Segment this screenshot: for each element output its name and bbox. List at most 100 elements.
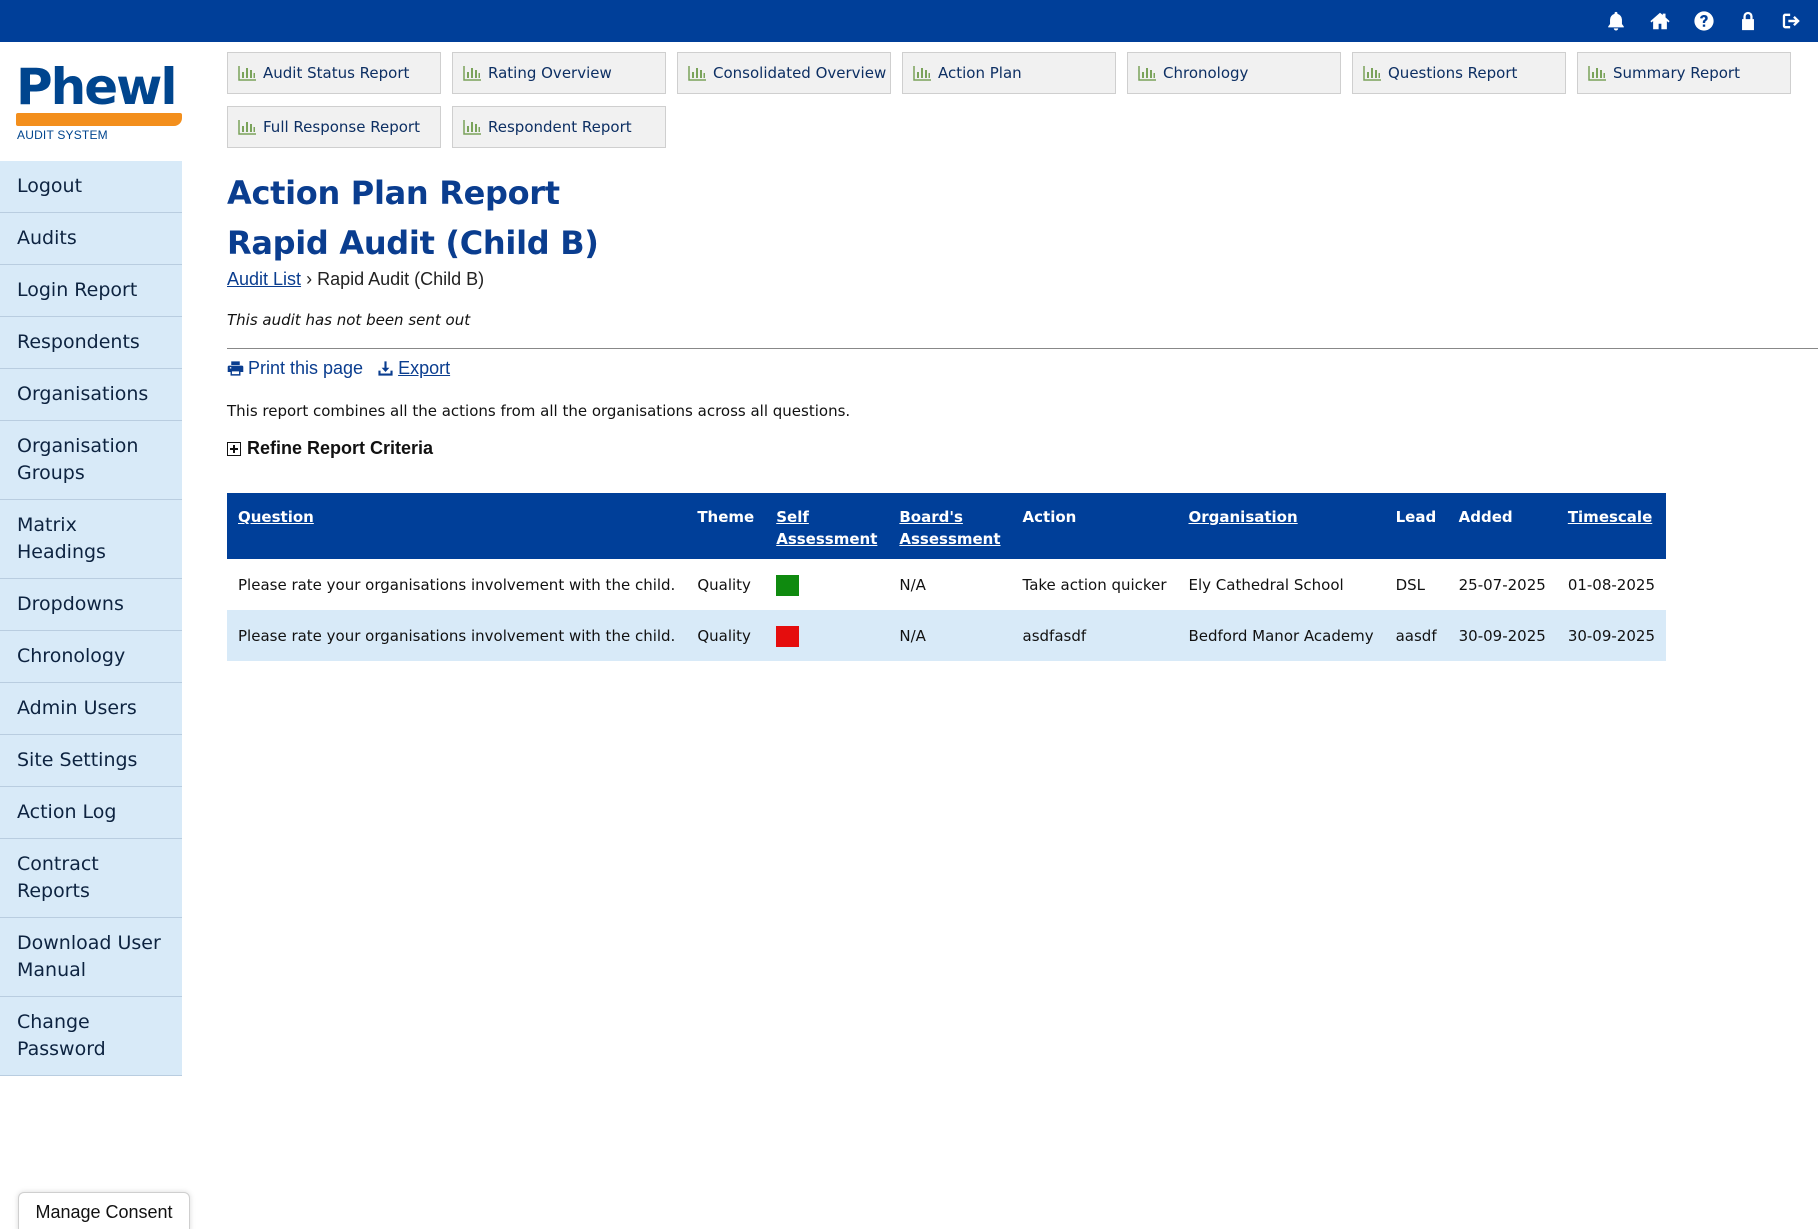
- table-row: Please rate your organisations involveme…: [227, 559, 1666, 610]
- top-bar: [0, 0, 1818, 42]
- consolidated-overview-button[interactable]: Consolidated Overview: [677, 52, 891, 94]
- sort-organisation-link[interactable]: Organisation: [1188, 508, 1297, 526]
- audit-status-note: This audit has not been sent out: [227, 311, 471, 329]
- report-button-label: Respondent Report: [488, 118, 632, 136]
- bar-chart-icon: [1363, 66, 1381, 81]
- bar-chart-icon: [463, 66, 481, 81]
- action-plan-table: Question Theme Self Assessment Board's Ass…: [227, 493, 1666, 661]
- logo-underline: [16, 113, 182, 126]
- print-icon: [227, 361, 244, 376]
- sign-out-icon[interactable]: [1780, 9, 1804, 33]
- sort-self-assessment-link[interactable]: Self Assessment: [776, 508, 877, 548]
- cell-question: Please rate your organisations involveme…: [238, 575, 676, 594]
- sidebar-item-audits[interactable]: Audits: [0, 213, 182, 265]
- cell-timescale: 30-09-2025: [1556, 610, 1666, 661]
- sidebar-item-matrix-headings[interactable]: Matrix Headings: [0, 500, 182, 579]
- sidebar-item-chronology[interactable]: Chronology: [0, 631, 182, 683]
- bell-icon[interactable]: [1604, 9, 1628, 33]
- sort-timescale-link[interactable]: Timescale: [1568, 508, 1652, 526]
- col-theme: Theme: [686, 493, 766, 559]
- col-self-assessment: Self Assessment: [765, 493, 889, 559]
- sidebar-item-organisation-groups[interactable]: Organisation Groups: [0, 421, 182, 500]
- table-header-row: Question Theme Self Assessment Board's Ass…: [227, 493, 1666, 559]
- sidebar-item-contract-reports[interactable]: Contract Reports: [0, 839, 182, 918]
- action-plan-button[interactable]: Action Plan: [902, 52, 1116, 94]
- divider: [227, 348, 1818, 349]
- chronology-report-button[interactable]: Chronology: [1127, 52, 1341, 94]
- refine-criteria-toggle[interactable]: Refine Report Criteria: [227, 438, 433, 459]
- breadcrumb-audit-list-link[interactable]: Audit List: [227, 269, 301, 289]
- lock-icon[interactable]: [1736, 9, 1760, 33]
- refine-criteria-label: Refine Report Criteria: [247, 438, 434, 458]
- full-response-report-button[interactable]: Full Response Report: [227, 106, 441, 148]
- questions-report-button[interactable]: Questions Report: [1352, 52, 1566, 94]
- breadcrumb-separator: ›: [306, 269, 313, 289]
- col-added: Added: [1447, 493, 1557, 559]
- report-buttons: Audit Status Report Rating Overview Cons…: [227, 52, 1807, 148]
- bar-chart-icon: [688, 66, 706, 81]
- cell-action: Take action quicker: [1022, 575, 1167, 594]
- audit-status-report-button[interactable]: Audit Status Report: [227, 52, 441, 94]
- sidebar-item-login-report[interactable]: Login Report: [0, 265, 182, 317]
- home-icon[interactable]: [1648, 9, 1672, 33]
- header-line: Board's: [899, 508, 963, 526]
- cell-organisation: Ely Cathedral School: [1188, 575, 1344, 594]
- print-label: Print this page: [248, 358, 364, 378]
- sidebar-item-download-user-manual[interactable]: Download User Manual: [0, 918, 182, 997]
- bar-chart-icon: [913, 66, 931, 81]
- cell-timescale: 01-08-2025: [1567, 575, 1655, 594]
- bar-chart-icon: [1588, 66, 1606, 81]
- sort-question-link[interactable]: Question: [238, 508, 314, 526]
- cell-theme: Quality: [697, 575, 751, 594]
- export-label: Export: [398, 358, 451, 378]
- sidebar-item-respondents[interactable]: Respondents: [0, 317, 182, 369]
- report-button-label: Consolidated Overview: [713, 64, 887, 82]
- report-button-label: Audit Status Report: [263, 64, 410, 82]
- sidebar-item-logout[interactable]: Logout: [0, 161, 182, 213]
- col-question: Question: [227, 493, 687, 559]
- cell-added: 30-09-2025: [1447, 610, 1557, 661]
- header-line: Assessment: [776, 530, 878, 548]
- sidebar-item-organisations[interactable]: Organisations: [0, 369, 182, 421]
- col-timescale: Timescale: [1556, 493, 1666, 559]
- help-icon[interactable]: [1692, 9, 1716, 33]
- col-board-assessment: Board's Assessment: [888, 493, 1012, 559]
- sidebar-item-site-settings[interactable]: Site Settings: [0, 735, 182, 787]
- cell-lead: DSL: [1395, 575, 1426, 594]
- cell-lead: aasdf: [1384, 610, 1448, 661]
- sort-board-assessment-link[interactable]: Board's Assessment: [899, 508, 1000, 548]
- sidebar-item-action-log[interactable]: Action Log: [0, 787, 182, 839]
- report-button-label: Action Plan: [938, 64, 1022, 82]
- expand-plus-icon: [227, 441, 241, 456]
- report-button-label: Summary Report: [1613, 64, 1740, 82]
- logo-wordmark: Phewl: [16, 58, 177, 116]
- report-button-label: Questions Report: [1388, 64, 1518, 82]
- sidebar-nav: Logout Audits Login Report Respondents O…: [0, 161, 182, 1076]
- page-title: Action Plan Report: [227, 174, 560, 212]
- bar-chart-icon: [1138, 66, 1156, 81]
- sidebar-item-change-password[interactable]: Change Password: [0, 997, 182, 1076]
- bar-chart-icon: [238, 120, 256, 135]
- top-icons: [1604, 0, 1804, 42]
- breadcrumb: Audit List › Rapid Audit (Child B): [227, 269, 484, 290]
- report-button-label: Full Response Report: [263, 118, 420, 136]
- export-link[interactable]: Export: [377, 358, 450, 379]
- rating-overview-button[interactable]: Rating Overview: [452, 52, 666, 94]
- phewl-logo[interactable]: Phewl AUDIT SYSTEM: [16, 58, 182, 142]
- header-line: Assessment: [899, 530, 1001, 548]
- cell-self-assessment: [765, 559, 888, 610]
- respondent-report-button[interactable]: Respondent Report: [452, 106, 666, 148]
- manage-consent-button[interactable]: Manage Consent: [18, 1192, 190, 1229]
- summary-report-button[interactable]: Summary Report: [1577, 52, 1791, 94]
- sidebar-item-dropdowns[interactable]: Dropdowns: [0, 579, 182, 631]
- cell-theme: Quality: [686, 610, 766, 661]
- cell-added: 25-07-2025: [1458, 575, 1546, 594]
- header-line: Self: [776, 508, 809, 526]
- sidebar-item-admin-users[interactable]: Admin Users: [0, 683, 182, 735]
- print-page-link[interactable]: Print this page: [227, 358, 363, 379]
- bar-chart-icon: [463, 120, 481, 135]
- cell-board-assessment: N/A: [888, 610, 1012, 661]
- page-actions: Print this page Export: [227, 358, 450, 379]
- report-description: This report combines all the actions fro…: [227, 402, 851, 420]
- self-assessment-swatch: [776, 626, 800, 647]
